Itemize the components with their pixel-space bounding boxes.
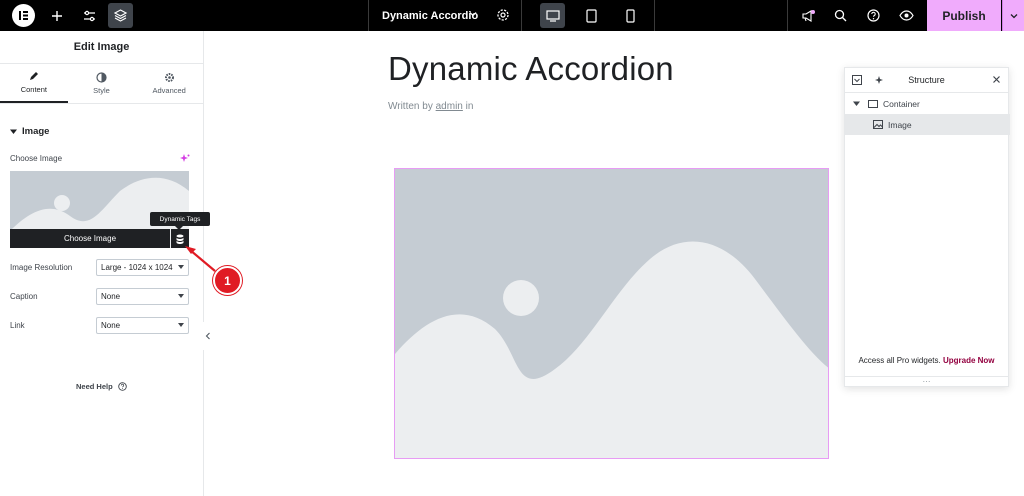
caption-label: Caption (10, 292, 38, 301)
choose-image-button[interactable]: Choose Image (10, 229, 170, 248)
responsive-mode-switcher (521, 0, 655, 31)
select-caret-icon (178, 294, 184, 298)
caption-value: None (101, 292, 121, 301)
section-image-title: Image (22, 126, 50, 137)
top-bar: Dynamic Accordio Publish (0, 0, 1024, 31)
structure-panel: Structure Container Image Access all Pro… (844, 67, 1010, 387)
structure-item-image[interactable]: Image (845, 114, 1010, 135)
link-value: None (101, 321, 121, 330)
editor-panel: Edit Image Content Style Advanced Image … (0, 31, 210, 496)
chevron-down-icon (469, 12, 477, 17)
byline-suffix: in (465, 101, 474, 112)
pencil-icon (30, 72, 39, 80)
topbar-utilities (787, 0, 927, 31)
add-element-icon[interactable] (44, 3, 69, 28)
collapse-panel-handle[interactable] (202, 322, 214, 350)
structure-item-container-label: Container (883, 98, 920, 109)
preview-eye-icon[interactable] (894, 3, 919, 28)
choose-image-label: Choose Image (10, 154, 63, 163)
container-icon (868, 99, 878, 108)
image-resolution-select[interactable]: Large - 1024 x 1024 (96, 259, 189, 276)
annotation-arrow-icon (185, 246, 216, 272)
structure-layers-icon[interactable] (108, 3, 133, 28)
desktop-icon[interactable] (540, 3, 565, 28)
publish-button[interactable]: Publish (927, 0, 1001, 31)
tab-advanced[interactable]: Advanced (135, 64, 203, 103)
tab-style[interactable]: Style (68, 64, 136, 103)
caret-down-icon (853, 101, 860, 106)
contrast-icon (96, 72, 107, 83)
panel-title: Edit Image (0, 31, 203, 64)
image-placeholder-icon (395, 241, 828, 458)
tab-advanced-label: Advanced (152, 86, 186, 95)
author-link[interactable]: admin (436, 101, 463, 112)
caret-down-icon (10, 129, 17, 134)
panel-tabs: Content Style Advanced (0, 64, 203, 104)
tab-content-label: Content (20, 85, 47, 94)
tab-style-label: Style (93, 86, 110, 95)
pro-promo: Access all Pro widgets. Upgrade Now (845, 356, 1008, 365)
tablet-icon[interactable] (579, 3, 604, 28)
link-label: Link (10, 321, 25, 330)
page-settings-gear-icon[interactable] (494, 6, 512, 29)
publish-options-chevron-icon[interactable] (1002, 0, 1024, 31)
ai-sparkle-icon[interactable] (875, 75, 885, 85)
post-byline: Written by admin in (388, 101, 473, 112)
gear-icon (164, 73, 174, 82)
search-icon[interactable] (828, 3, 853, 28)
canvas-image-widget[interactable] (394, 168, 829, 459)
caption-select[interactable]: None (96, 288, 189, 305)
help-icon[interactable] (861, 3, 886, 28)
image-icon (873, 120, 883, 129)
close-icon[interactable] (992, 75, 1001, 84)
notifications-megaphone-icon[interactable] (796, 3, 821, 28)
promo-text: Access all Pro widgets. (858, 356, 941, 365)
annotation-step-badge: 1 (213, 266, 242, 295)
site-settings-icon[interactable] (77, 3, 102, 28)
ai-sparkle-icon[interactable] (180, 154, 190, 164)
elementor-logo-icon[interactable] (12, 4, 35, 27)
need-help-link[interactable]: Need Help (76, 382, 127, 391)
structure-item-image-label: Image (888, 119, 912, 130)
dynamic-tags-tooltip: Dynamic Tags (150, 212, 210, 230)
link-select[interactable]: None (96, 317, 189, 334)
select-caret-icon (178, 323, 184, 327)
collapse-all-icon[interactable] (852, 75, 862, 85)
help-circle-icon (117, 382, 127, 391)
resize-handle[interactable]: ··· (845, 376, 1008, 386)
need-help-text: Need Help (76, 382, 113, 391)
byline-prefix: Written by (388, 101, 433, 112)
image-resolution-label: Image Resolution (10, 263, 73, 272)
structure-item-container[interactable]: Container (845, 93, 1010, 114)
document-title-text: Dynamic Accordio (382, 9, 479, 22)
structure-header: Structure (845, 68, 1008, 93)
page-title: Dynamic Accordion (388, 50, 674, 87)
section-image-toggle[interactable]: Image (10, 126, 49, 137)
structure-title: Structure (908, 75, 945, 85)
upgrade-now-link[interactable]: Upgrade Now (943, 356, 995, 365)
mobile-icon[interactable] (618, 3, 643, 28)
tab-content[interactable]: Content (0, 64, 68, 103)
chevron-left-icon (205, 332, 210, 340)
image-resolution-value: Large - 1024 x 1024 (101, 263, 173, 272)
